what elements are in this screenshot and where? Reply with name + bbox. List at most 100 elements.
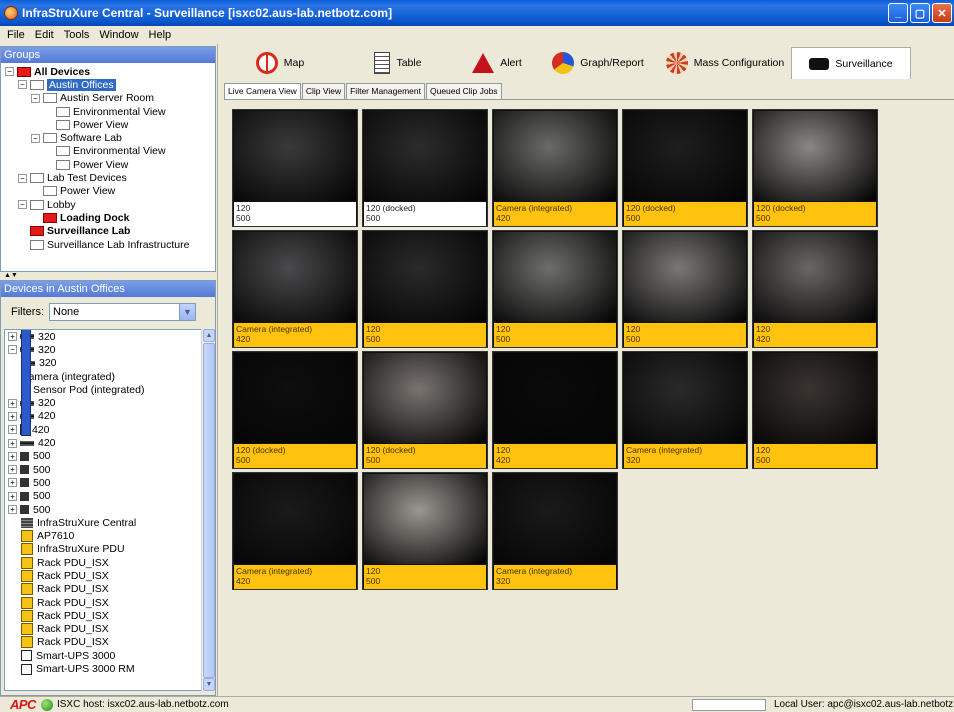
device-list-item[interactable]: +320 [5,396,201,409]
minimize-button[interactable]: _ [888,3,908,23]
camera-tile[interactable]: 120 500 [492,230,618,348]
vertical-splitter[interactable] [217,44,221,696]
device-list-item[interactable]: +500 [5,503,201,516]
camera-tile[interactable]: 120 420 [752,230,878,348]
device-list-item[interactable]: Rack PDU_ISX [5,583,201,596]
expand-toggle-icon[interactable]: + [8,425,17,435]
expand-toggle-icon[interactable]: + [8,505,17,514]
group-tree-item[interactable]: Environmental View [1,145,215,158]
tab-live-camera-view[interactable]: Live Camera View [224,83,301,99]
expand-toggle-icon[interactable]: − [31,133,40,143]
camera-tile[interactable]: 120 420 [492,351,618,469]
toolbar-table-button[interactable]: Table [339,47,457,79]
camera-tile[interactable]: Camera (integrated) 420 [232,472,358,590]
expand-toggle-icon[interactable]: − [18,200,27,210]
device-list-item[interactable]: Sensor Pod (integrated) [5,383,201,396]
group-tree-item[interactable]: − All Devices [1,65,215,78]
camera-tile[interactable]: 120 (docked) 500 [362,109,488,227]
menu-file[interactable]: File [2,29,30,41]
camera-tile[interactable]: 120 500 [362,230,488,348]
group-tree-item[interactable]: Power View [1,158,215,171]
tab-queued-clip-jobs[interactable]: Queued Clip Jobs [425,83,502,99]
camera-tile[interactable]: Camera (integrated) 420 [492,109,618,227]
device-list-item[interactable]: InfraStruXure Central [5,516,201,529]
chevron-down-icon[interactable]: ▼ [179,304,195,320]
menu-edit[interactable]: Edit [30,29,59,41]
camera-tile[interactable]: 120 (docked) 500 [232,351,358,469]
group-tree-item[interactable]: − Austin Server Room [1,92,215,105]
device-list-item[interactable]: Smart-UPS 3000 [5,649,201,662]
device-list-item[interactable]: Smart-UPS 3000 RM [5,662,201,675]
expand-toggle-icon[interactable]: − [31,93,40,103]
device-list-item[interactable]: Rack PDU_ISX [5,569,201,582]
camera-tile[interactable]: 120 (docked) 500 [622,109,748,227]
title-bar[interactable]: InfraStruXure Central - Surveillance [is… [0,0,954,26]
device-list-item[interactable]: Camera (integrated) [5,330,201,436]
device-list-scrollbar[interactable]: ▲ ▼ [201,329,215,691]
device-list-item[interactable]: +420 [5,423,201,436]
camera-tile[interactable]: Camera (integrated) 320 [622,351,748,469]
device-list-item[interactable]: 320 [5,357,201,370]
device-list-item[interactable]: InfraStruXure PDU [5,543,201,556]
device-list-item[interactable]: Rack PDU_ISX [5,556,201,569]
group-tree-item[interactable]: Environmental View [1,105,215,118]
camera-tile[interactable]: 120 500 [752,351,878,469]
expand-toggle-icon[interactable]: − [18,173,27,183]
group-tree-item[interactable]: Surveillance Lab [1,225,215,238]
maximize-button[interactable]: ▢ [910,3,930,23]
expand-toggle-icon[interactable]: + [8,398,17,408]
close-button[interactable]: ✕ [932,3,952,23]
scroll-down-icon[interactable]: ▼ [203,678,215,691]
expand-toggle-icon[interactable]: + [8,465,17,475]
tab-clip-view[interactable]: Clip View [301,83,346,99]
camera-tile[interactable]: 120 500 [232,109,358,227]
group-tree-item[interactable]: − Lobby [1,198,215,211]
device-list-item[interactable]: +420 [5,410,201,423]
toolbar-surveillance-button[interactable]: Surveillance [791,47,911,79]
group-tree-item[interactable]: − Austin Offices [1,78,215,91]
group-tree-item[interactable]: − Lab Test Devices [1,171,215,184]
group-tree-item[interactable]: Power View [1,185,215,198]
device-list-item[interactable]: +320 [5,330,201,343]
menu-help[interactable]: Help [144,29,177,41]
device-list-item[interactable]: +500 [5,476,201,489]
toolbar-map-button[interactable]: Map [221,47,339,79]
camera-tile[interactable]: Camera (integrated) 420 [232,230,358,348]
tab-filter-management[interactable]: Filter Management [346,83,425,99]
camera-tile[interactable]: 120 500 [362,472,488,590]
menu-window[interactable]: Window [94,29,143,41]
expand-toggle-icon[interactable]: + [8,451,17,461]
expand-toggle-icon[interactable]: + [8,438,17,448]
expand-toggle-icon[interactable]: + [8,478,17,488]
expand-toggle-icon[interactable]: + [8,411,17,421]
expand-toggle-icon[interactable]: − [8,345,17,355]
device-list-item[interactable]: Rack PDU_ISX [5,636,201,649]
group-tree-item[interactable]: Surveillance Lab Infrastructure [1,238,215,251]
device-list-item[interactable]: +500 [5,450,201,463]
expand-toggle-icon[interactable]: − [18,80,27,90]
device-list-item[interactable]: Rack PDU_ISX [5,596,201,609]
device-list-item[interactable]: +500 [5,463,201,476]
camera-tile[interactable]: 120 (docked) 500 [752,109,878,227]
device-list-item[interactable]: AP7610 [5,529,201,543]
device-list-item[interactable]: Rack PDU_ISX [5,623,201,636]
toolbar-graph-report-button[interactable]: Graph/Report [537,47,659,79]
scroll-thumb[interactable] [203,343,215,678]
group-tree-item[interactable]: − Software Lab [1,131,215,144]
expand-toggle-icon[interactable]: + [8,332,17,342]
toolbar-alert-button[interactable]: Alert [457,47,537,79]
menu-tools[interactable]: Tools [59,29,95,41]
panel-splitter[interactable]: ▲▼ [0,272,216,280]
expand-toggle-icon[interactable]: − [5,67,14,77]
camera-tile[interactable]: 120 (docked) 500 [362,351,488,469]
expand-toggle-icon[interactable]: + [8,491,17,501]
group-tree-item[interactable]: Power View [1,118,215,131]
group-tree-item[interactable]: Loading Dock [1,211,215,224]
camera-tile[interactable]: 120 500 [622,230,748,348]
device-list-item[interactable]: +420 [5,436,201,449]
toolbar-mass-configuration-button[interactable]: Mass Configuration [659,47,791,79]
device-list-item[interactable]: − 320 [5,343,201,356]
filter-select[interactable]: None ▼ [49,303,196,321]
scroll-up-icon[interactable]: ▲ [203,329,215,342]
camera-tile[interactable]: Camera (integrated) 320 [492,472,618,590]
